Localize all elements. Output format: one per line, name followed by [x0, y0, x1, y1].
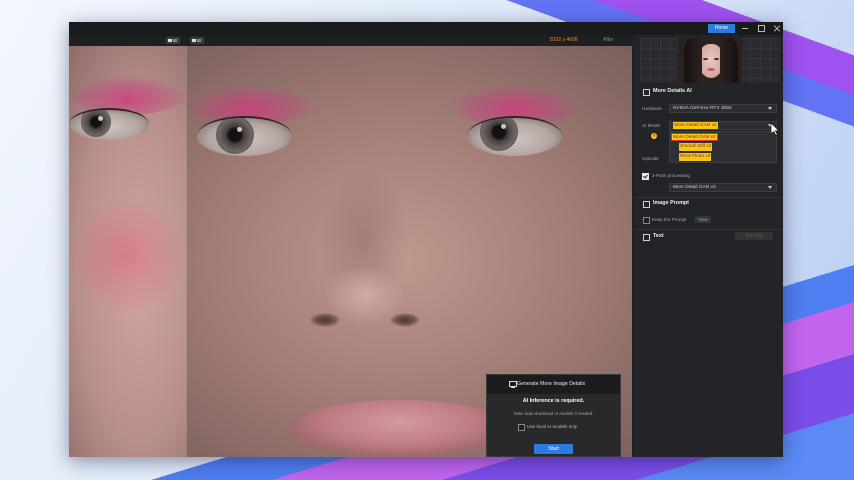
split-view-icon[interactable]	[166, 37, 180, 44]
text-icon	[643, 234, 650, 241]
view-prompt-button[interactable]: View	[695, 216, 711, 223]
section-title-image-prompt: Image Prompt	[653, 200, 689, 206]
ai-model-value: More Detail GAN v2	[673, 122, 718, 129]
dialog-header: Generate More Image Details	[487, 375, 620, 394]
two-pass-model-value: More Detail GAN v2	[673, 185, 716, 190]
home-button[interactable]: Home	[708, 24, 735, 33]
before-cheek-blush	[69, 196, 186, 316]
dialog-heading: AI Inference is required.	[522, 398, 585, 404]
keep-prompt-checkbox[interactable]	[643, 217, 650, 224]
ai-model-option[interactable]: More Detail GAN v2	[671, 133, 718, 141]
eye-right	[197, 116, 292, 156]
navigator-thumbnail[interactable]	[640, 38, 780, 83]
section-divider	[633, 229, 783, 230]
hardware-value: NVIDIA GeForce RTX 3050	[673, 106, 732, 111]
before-preview	[69, 46, 186, 457]
two-pass-model-dropdown[interactable]: More Detail GAN v2	[669, 183, 777, 192]
ai-model-label: AI Model	[642, 123, 661, 128]
thumbnail-mouth	[707, 68, 715, 71]
side-by-side-icon[interactable]	[190, 37, 204, 44]
local-models-label: Use local AI models only	[527, 424, 578, 429]
thumbnail-hair-left	[684, 38, 702, 83]
ai-model-option[interactable]: Smooth Diff v2	[679, 143, 713, 151]
upscale-label: Upscale	[642, 156, 659, 161]
two-pass-label: 2-Pass processing	[652, 173, 690, 178]
eye-left	[467, 116, 562, 156]
dialog-note: Note: auto-download AI models if needed.	[513, 411, 594, 416]
image-canvas[interactable]: Generate More Image Details AI Inference…	[69, 46, 632, 457]
iris-left	[480, 118, 518, 151]
ai-model-dropdown[interactable]: More Detail GAN v2	[669, 121, 777, 130]
edit-text-button[interactable]: Edit Text	[735, 232, 773, 240]
local-models-checkbox[interactable]	[518, 424, 525, 431]
thumbnail-eye-left	[714, 58, 719, 60]
settings-panel: More Details AI Hardware NVIDIA GeForce …	[633, 35, 783, 457]
dialog-title: Generate More Image Details	[517, 381, 586, 387]
ai-model-options-list: More Detail GAN v2 Smooth Diff v2 Real-P…	[669, 131, 777, 163]
image-resolution: 8192 x 4608	[550, 37, 578, 43]
hardware-label: Hardware	[642, 106, 662, 111]
thumbnail-photo	[678, 38, 742, 83]
start-button[interactable]: Start	[534, 444, 573, 454]
before-iris	[81, 110, 111, 137]
section-title-more-details: More Details AI	[653, 88, 692, 94]
thumbnail-eye-right	[703, 58, 708, 60]
sparkle-icon	[643, 89, 650, 96]
hardware-dropdown[interactable]: NVIDIA GeForce RTX 3050	[669, 104, 777, 113]
close-icon[interactable]	[772, 24, 782, 33]
mouse-cursor-icon	[770, 122, 780, 136]
maximize-icon[interactable]	[756, 24, 766, 33]
split-divider[interactable]	[186, 46, 187, 457]
generate-dialog: Generate More Image Details AI Inference…	[486, 374, 621, 457]
document-icon	[643, 201, 650, 208]
app-window: Home 8192 x 4608 After Generate More Ima…	[69, 22, 783, 457]
ai-model-option[interactable]: Real-Photo v3	[679, 153, 712, 161]
thumbnail-hair-right	[720, 38, 738, 83]
help-icon[interactable]: ?	[651, 133, 657, 139]
after-label: After	[603, 37, 614, 43]
keep-prompt-label: Keep the Prompt	[652, 217, 687, 222]
nostril-right	[310, 313, 340, 327]
two-pass-checkbox[interactable]	[642, 173, 649, 180]
section-divider	[633, 197, 783, 198]
before-eye	[69, 108, 149, 140]
lips	[290, 400, 510, 456]
minimize-icon[interactable]	[740, 24, 750, 33]
section-title-text: Text	[653, 233, 664, 239]
monitor-icon	[509, 381, 517, 388]
chevron-down-icon	[768, 107, 772, 110]
title-bar: Home	[69, 22, 783, 35]
nostril-left	[390, 313, 420, 327]
chevron-down-icon	[768, 186, 772, 189]
iris-right	[216, 118, 254, 154]
